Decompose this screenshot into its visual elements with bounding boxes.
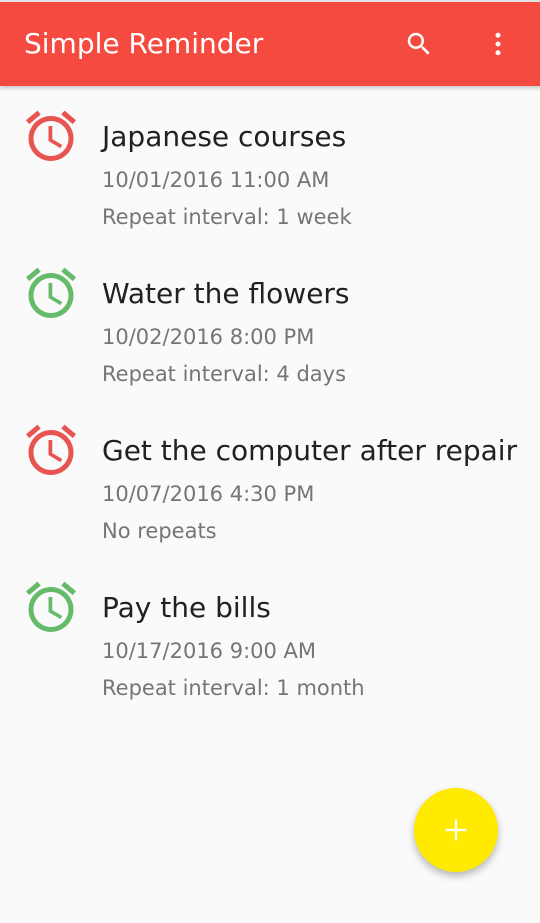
reminder-datetime: 10/02/2016 8:00 PM — [102, 325, 315, 349]
reminder-item[interactable]: Japanese courses 10/01/2016 11:00 AM Rep… — [0, 86, 540, 243]
screen: Simple Reminder Japanese courses 10/01/2… — [0, 0, 540, 923]
alarm-clock-icon — [26, 267, 76, 318]
reminder-item[interactable]: Pay the bills 10/17/2016 9:00 AM Repeat … — [0, 557, 540, 714]
reminder-title: Water the flowers — [102, 277, 350, 310]
add-reminder-button[interactable] — [414, 788, 498, 872]
reminder-repeat: Repeat interval: 1 week — [102, 205, 352, 229]
reminder-title: Get the computer after repair — [102, 434, 518, 467]
reminder-datetime: 10/01/2016 11:00 AM — [102, 168, 330, 192]
reminder-title: Pay the bills — [102, 591, 271, 624]
more-vert-icon — [495, 32, 501, 56]
alarm-clock-icon — [26, 110, 76, 161]
reminder-item[interactable]: Water the flowers 10/02/2016 8:00 PM Rep… — [0, 243, 540, 400]
overflow-menu-button[interactable] — [478, 24, 518, 64]
search-button[interactable] — [399, 24, 439, 64]
alarm-clock-icon — [26, 424, 76, 475]
reminder-repeat: No repeats — [102, 519, 217, 543]
reminder-repeat: Repeat interval: 4 days — [102, 362, 347, 386]
reminder-item[interactable]: Get the computer after repair 10/07/2016… — [0, 400, 540, 557]
reminder-title: Japanese courses — [102, 120, 347, 153]
reminder-datetime: 10/07/2016 4:30 PM — [102, 482, 315, 506]
search-icon — [407, 32, 430, 55]
reminder-repeat: Repeat interval: 1 month — [102, 676, 365, 700]
alarm-clock-icon — [26, 581, 76, 632]
app-title: Simple Reminder — [24, 27, 264, 60]
app-bar: Simple Reminder — [0, 0, 540, 86]
plus-icon — [445, 819, 467, 841]
reminder-datetime: 10/17/2016 9:00 AM — [102, 639, 317, 663]
